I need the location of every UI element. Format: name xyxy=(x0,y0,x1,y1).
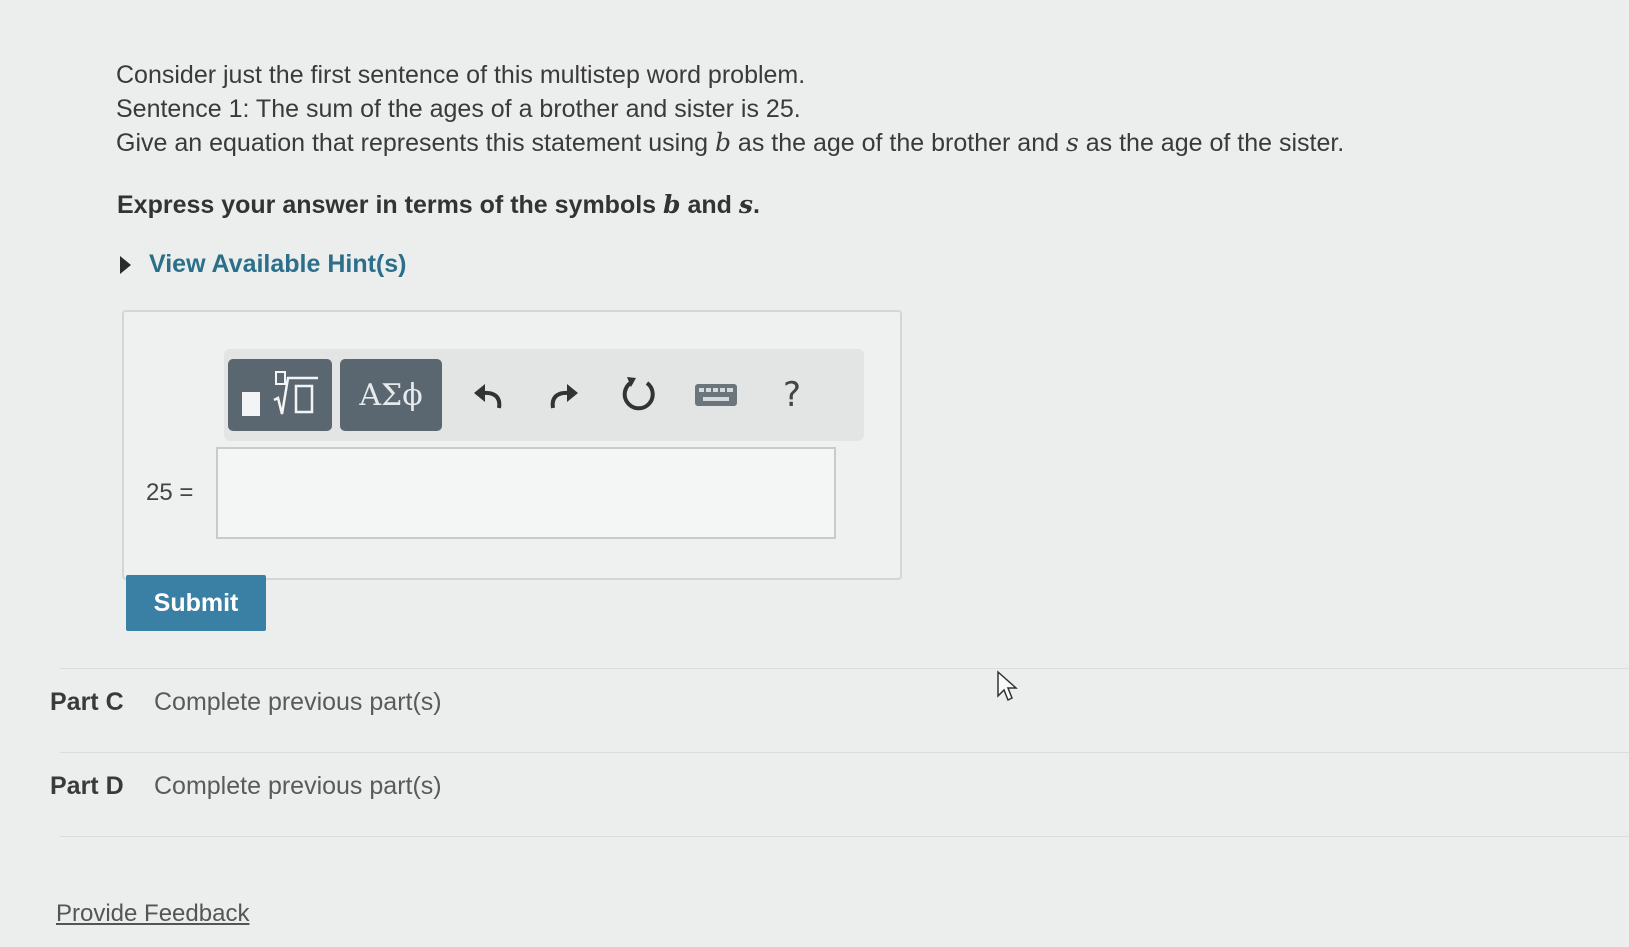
part-d-row[interactable]: Part D Complete previous part(s) xyxy=(50,772,442,801)
answer-instruction: Express your answer in terms of the symb… xyxy=(117,190,760,220)
instruction-var-b: b xyxy=(663,190,681,219)
instruction-and: and xyxy=(680,191,739,219)
task-text-3: as the age of the sister. xyxy=(1078,129,1345,157)
view-hints-toggle[interactable]: View Available Hint(s) xyxy=(120,250,406,279)
redo-icon xyxy=(550,384,578,409)
greek-letters-button[interactable]: ΑΣϕ xyxy=(340,359,442,431)
keyboard-icon xyxy=(695,384,737,406)
submit-button[interactable]: Submit xyxy=(126,575,266,631)
answer-input[interactable] xyxy=(216,447,836,539)
undo-icon xyxy=(474,384,502,409)
part-c-status: Complete previous part(s) xyxy=(154,688,442,716)
reset-icon xyxy=(622,377,655,411)
equation-row: 25 = xyxy=(146,447,836,539)
problem-sentence: Sentence 1: The sum of the ages of a bro… xyxy=(116,95,801,123)
reset-button[interactable] xyxy=(602,359,678,431)
problem-intro: Consider just the first sentence of this… xyxy=(116,61,806,89)
help-icon: ? xyxy=(782,375,802,415)
problem-task: Give an equation that represents this st… xyxy=(116,126,1516,160)
problem-statement: Consider just the first sentence of this… xyxy=(116,58,1516,160)
divider xyxy=(60,668,1629,669)
part-d-status: Complete previous part(s) xyxy=(154,772,442,800)
provide-feedback-link[interactable]: Provide Feedback xyxy=(56,900,249,928)
greek-letters-icon: ΑΣϕ xyxy=(359,377,423,413)
mouse-pointer-icon xyxy=(997,670,1018,702)
hint-label: View Available Hint(s) xyxy=(149,250,407,278)
keyboard-button[interactable] xyxy=(678,359,754,431)
page: Consider just the first sentence of this… xyxy=(0,0,1629,947)
divider xyxy=(60,836,1629,837)
redo-button[interactable] xyxy=(526,359,602,431)
part-d-label: Part D xyxy=(50,772,124,800)
instruction-var-s: s xyxy=(738,190,753,219)
undo-button[interactable] xyxy=(450,359,526,431)
caret-right-icon xyxy=(120,255,131,274)
math-toolbar: ΑΣϕ ? xyxy=(224,349,864,441)
task-text-1: Give an equation that represents this st… xyxy=(116,129,715,157)
part-c-label: Part C xyxy=(50,688,124,716)
task-text-2: as the age of the brother and xyxy=(730,129,1066,157)
help-button[interactable]: ? xyxy=(754,359,830,431)
variable-b: b xyxy=(714,128,731,157)
instruction-text: Express your answer in terms of the symb… xyxy=(117,191,664,219)
answer-box: ΑΣϕ ? 25 = xyxy=(122,310,902,580)
templates-button[interactable] xyxy=(228,359,332,431)
templates-icon xyxy=(242,371,318,416)
equation-lhs: 25 = xyxy=(146,479,194,506)
divider xyxy=(60,752,1629,753)
variable-s: s xyxy=(1065,128,1079,157)
part-c-row[interactable]: Part C Complete previous part(s) xyxy=(50,688,442,717)
instruction-end: . xyxy=(752,191,760,219)
